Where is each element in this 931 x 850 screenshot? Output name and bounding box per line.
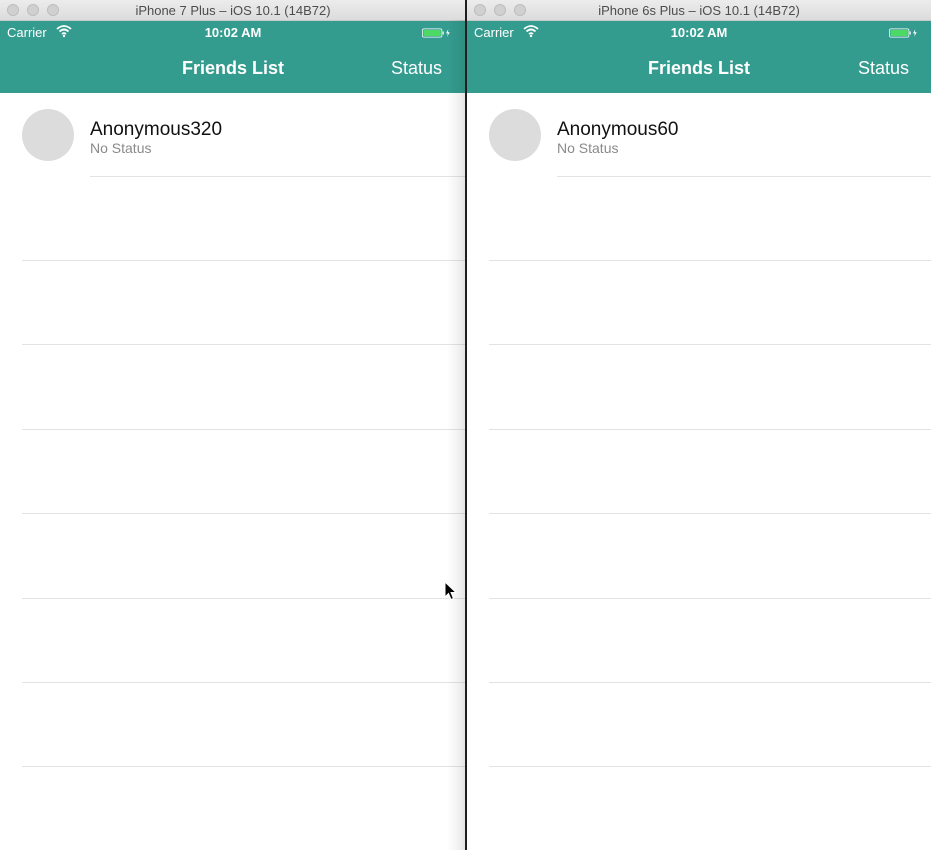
row-separator — [489, 513, 931, 514]
friend-row[interactable]: Anonymous60 No Status — [467, 93, 931, 177]
friend-name: Anonymous320 — [90, 119, 223, 140]
empty-row — [0, 599, 466, 683]
empty-row — [0, 346, 466, 430]
row-separator — [22, 513, 466, 514]
friend-row[interactable]: Anonymous320 No Status — [0, 93, 466, 177]
status-time: 10:02 AM — [670, 25, 728, 40]
avatar — [22, 109, 74, 161]
app-screen: Carrier 10:02 AM Friends List Status Ano… — [467, 21, 931, 850]
status-time: 10:02 AM — [204, 25, 262, 40]
header: Carrier 10:02 AM Friends List Status — [0, 21, 466, 93]
window-titlebar: iPhone 6s Plus – iOS 10.1 (14B72) — [467, 0, 931, 21]
simulator-window-right: iPhone 6s Plus – iOS 10.1 (14B72) Carrie… — [467, 0, 931, 850]
status-bar: Carrier 10:02 AM — [467, 21, 931, 43]
app-screen: Carrier 10:02 AM Friends List Status Ano… — [0, 21, 466, 850]
status-button[interactable]: Status — [858, 58, 909, 79]
empty-row — [0, 683, 466, 767]
battery-icon — [889, 28, 917, 38]
window-title: iPhone 6s Plus – iOS 10.1 (14B72) — [598, 3, 800, 18]
avatar — [489, 109, 541, 161]
empty-row — [467, 261, 931, 345]
empty-row — [0, 430, 466, 514]
window-titlebar: iPhone 7 Plus – iOS 10.1 (14B72) — [0, 0, 466, 21]
empty-row — [0, 177, 466, 261]
row-separator — [489, 344, 931, 345]
friends-list: Anonymous320 No Status — [0, 93, 466, 850]
simulator-window-left: iPhone 7 Plus – iOS 10.1 (14B72) Carrier… — [0, 0, 466, 850]
empty-row — [0, 515, 466, 599]
row-separator — [489, 766, 931, 767]
friend-status: No Status — [557, 140, 619, 156]
window-title: iPhone 7 Plus – iOS 10.1 (14B72) — [135, 3, 331, 18]
empty-row — [467, 346, 931, 430]
status-bar: Carrier 10:02 AM — [0, 21, 466, 43]
status-button[interactable]: Status — [391, 58, 442, 79]
mouse-cursor-icon — [444, 581, 458, 601]
empty-row — [467, 683, 931, 767]
row-separator — [22, 766, 466, 767]
header: Carrier 10:02 AM Friends List Status — [467, 21, 931, 93]
navigation-bar: Friends List Status — [467, 43, 931, 93]
empty-row — [467, 430, 931, 514]
row-separator — [22, 344, 466, 345]
empty-row — [467, 177, 931, 261]
window-edge-shadow — [447, 20, 465, 850]
navigation-bar: Friends List Status — [0, 43, 466, 93]
empty-row — [0, 261, 466, 345]
empty-row — [467, 515, 931, 599]
desktop: iPhone 7 Plus – iOS 10.1 (14B72) Carrier… — [0, 0, 931, 850]
friend-name: Anonymous60 — [557, 119, 679, 140]
empty-row — [467, 599, 931, 683]
friend-status: No Status — [90, 140, 152, 156]
friends-list: Anonymous60 No Status — [467, 93, 931, 850]
